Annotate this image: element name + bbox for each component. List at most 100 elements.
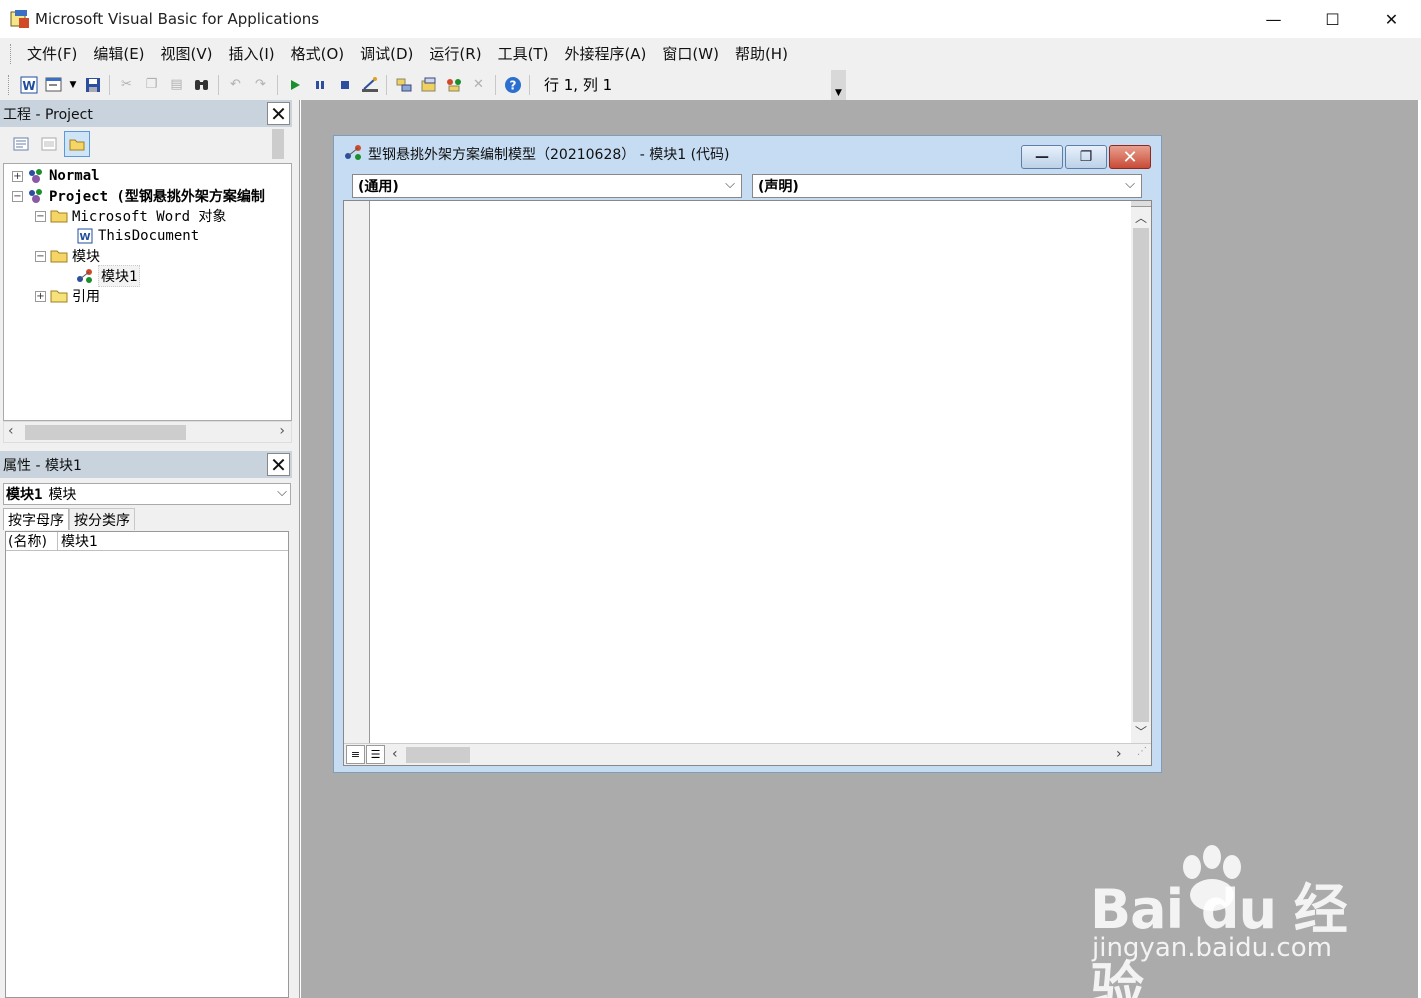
view-object-icon[interactable] bbox=[36, 131, 62, 157]
save-icon[interactable] bbox=[80, 73, 105, 97]
menu-run[interactable]: 运行(R) bbox=[421, 43, 489, 64]
undo-icon[interactable]: ↶ bbox=[223, 73, 248, 97]
reset-icon[interactable] bbox=[332, 73, 357, 97]
property-row[interactable]: (名称) 模块1 bbox=[6, 531, 288, 551]
find-icon[interactable] bbox=[189, 73, 214, 97]
project-pane-close-button[interactable]: ✕ bbox=[267, 102, 290, 125]
tree-collapse-toggle[interactable]: − bbox=[35, 250, 46, 262]
menu-debug[interactable]: 调试(D) bbox=[352, 43, 421, 64]
scroll-right-icon[interactable]: › bbox=[279, 423, 285, 439]
scroll-left-icon[interactable]: ‹ bbox=[8, 423, 14, 439]
title-bar: Microsoft Visual Basic for Applications … bbox=[0, 0, 1421, 38]
properties-window-icon[interactable] bbox=[416, 73, 441, 97]
tree-expand-toggle[interactable]: + bbox=[12, 170, 23, 182]
toggle-folders-icon[interactable] bbox=[64, 131, 90, 157]
code-window-title: 型钢悬挑外架方案编制模型（20210628） - 模块1 (代码) bbox=[368, 147, 730, 163]
tree-node-module1[interactable]: 模块1 bbox=[76, 265, 141, 287]
menu-file[interactable]: 文件(F) bbox=[19, 43, 85, 64]
code-window-minimize-button[interactable]: — bbox=[1021, 145, 1063, 169]
code-editor[interactable]: ︿ ﹀ ≡ ☰ ‹ › ⋰ bbox=[343, 200, 1152, 766]
tree-node-modules[interactable]: − 模块 bbox=[35, 246, 100, 266]
tree-node-references[interactable]: + 引用 bbox=[35, 286, 100, 306]
properties-pane-close-button[interactable]: ✕ bbox=[267, 453, 290, 476]
code-window-close-button[interactable]: ✕ bbox=[1109, 145, 1151, 169]
tree-collapse-toggle[interactable]: − bbox=[12, 190, 23, 202]
code-window-restore-button[interactable]: ❐ bbox=[1065, 145, 1107, 169]
menu-edit[interactable]: 编辑(E) bbox=[85, 43, 152, 64]
vba-project-icon bbox=[27, 188, 45, 204]
scroll-up-icon[interactable]: ︿ bbox=[1135, 209, 1147, 226]
project-pane-toolbar bbox=[0, 127, 292, 161]
scroll-right-icon[interactable]: › bbox=[1116, 746, 1122, 762]
insert-dropdown-arrow-icon[interactable]: ▼ bbox=[66, 73, 80, 97]
project-explorer-icon[interactable] bbox=[391, 73, 416, 97]
code-margin-indicator-bar[interactable] bbox=[344, 201, 370, 743]
project-pane-header: 工程 - Project ✕ bbox=[0, 100, 292, 127]
tab-categorized[interactable]: 按分类序 bbox=[69, 508, 135, 530]
view-code-icon[interactable] bbox=[8, 131, 34, 157]
properties-object-select[interactable]: 模块1 模块 ⌵ bbox=[3, 483, 291, 505]
tab-alphabetic[interactable]: 按字母序 bbox=[3, 508, 69, 530]
run-icon[interactable] bbox=[282, 73, 307, 97]
menu-format[interactable]: 格式(O) bbox=[283, 43, 353, 64]
properties-tabs: 按字母序 按分类序 bbox=[3, 508, 135, 530]
help-icon[interactable]: ? bbox=[500, 73, 525, 97]
chevron-down-icon[interactable]: ⌵ bbox=[725, 177, 735, 192]
code-vscrollbar[interactable]: ︿ ﹀ bbox=[1131, 201, 1151, 743]
paste-icon[interactable]: ▤ bbox=[164, 73, 189, 97]
properties-pane-title: 属性 - 模块1 bbox=[3, 457, 82, 474]
toolbar-options-chevron-icon[interactable]: ▼ bbox=[831, 70, 846, 100]
tree-label: Microsoft Word 对象 bbox=[72, 209, 227, 225]
chevron-down-icon[interactable]: ⌵ bbox=[277, 485, 287, 500]
code-hscrollbar[interactable]: ≡ ☰ ‹ › ⋰ bbox=[344, 743, 1151, 765]
tree-expand-toggle[interactable]: + bbox=[35, 290, 46, 302]
procedure-combo[interactable]: (声明) ⌵ bbox=[752, 174, 1142, 198]
tree-node-thisdocument[interactable]: W ThisDocument bbox=[76, 226, 199, 246]
break-icon[interactable] bbox=[307, 73, 332, 97]
close-button[interactable]: ✕ bbox=[1362, 0, 1421, 38]
tree-node-project[interactable]: − Project (型钢悬挑外架方案编制 bbox=[12, 186, 265, 206]
menu-grip[interactable] bbox=[10, 43, 13, 64]
maximize-button[interactable]: ☐ bbox=[1303, 0, 1362, 38]
menu-tools[interactable]: 工具(T) bbox=[490, 43, 557, 64]
insert-form-icon[interactable] bbox=[41, 73, 66, 97]
tree-node-word-objects[interactable]: − Microsoft Word 对象 bbox=[35, 206, 226, 226]
project-toolbar-scroll[interactable] bbox=[272, 129, 284, 159]
menu-window[interactable]: 窗口(W) bbox=[654, 43, 727, 64]
redo-icon[interactable]: ↷ bbox=[248, 73, 273, 97]
tree-label: ThisDocument bbox=[98, 228, 200, 244]
resize-grip-icon[interactable]: ⋰ bbox=[1137, 746, 1147, 757]
tree-collapse-toggle[interactable]: − bbox=[35, 210, 46, 222]
scroll-thumb[interactable] bbox=[25, 425, 186, 440]
split-bar[interactable] bbox=[1131, 201, 1151, 207]
chevron-down-icon[interactable]: ⌵ bbox=[1125, 177, 1135, 192]
property-value[interactable]: 模块1 bbox=[58, 531, 98, 551]
scroll-down-icon[interactable]: ﹀ bbox=[1135, 723, 1147, 740]
view-word-icon[interactable]: W bbox=[16, 73, 41, 97]
properties-grid: (名称) 模块1 bbox=[5, 531, 289, 998]
toolbar-separator bbox=[386, 74, 387, 95]
toolbar-grip[interactable] bbox=[8, 74, 11, 95]
menu-addins[interactable]: 外接程序(A) bbox=[556, 43, 654, 64]
design-mode-icon[interactable] bbox=[357, 73, 382, 97]
menu-insert[interactable]: 插入(I) bbox=[221, 43, 283, 64]
toolbar-separator bbox=[277, 74, 278, 95]
scroll-thumb[interactable] bbox=[406, 747, 470, 763]
menu-help[interactable]: 帮助(H) bbox=[727, 43, 796, 64]
object-name: 模块1 bbox=[6, 487, 43, 503]
word-document-icon: W bbox=[76, 228, 94, 244]
toolbar-empty-area bbox=[846, 69, 1421, 100]
menu-view[interactable]: 视图(V) bbox=[153, 43, 221, 64]
full-module-view-icon[interactable]: ☰ bbox=[366, 745, 385, 764]
toolbox-icon[interactable]: ✕ bbox=[466, 73, 491, 97]
object-combo[interactable]: (通用) ⌵ bbox=[352, 174, 742, 198]
tree-node-normal[interactable]: + Normal bbox=[12, 166, 100, 186]
minimize-button[interactable]: — bbox=[1244, 0, 1303, 38]
object-browser-icon[interactable] bbox=[441, 73, 466, 97]
copy-icon[interactable]: ❐ bbox=[139, 73, 164, 97]
scroll-thumb[interactable] bbox=[1133, 228, 1149, 722]
procedure-view-icon[interactable]: ≡ bbox=[346, 745, 365, 764]
project-tree-hscrollbar[interactable]: ‹ › bbox=[3, 421, 292, 443]
cut-icon[interactable]: ✂ bbox=[114, 73, 139, 97]
scroll-left-icon[interactable]: ‹ bbox=[392, 746, 398, 762]
